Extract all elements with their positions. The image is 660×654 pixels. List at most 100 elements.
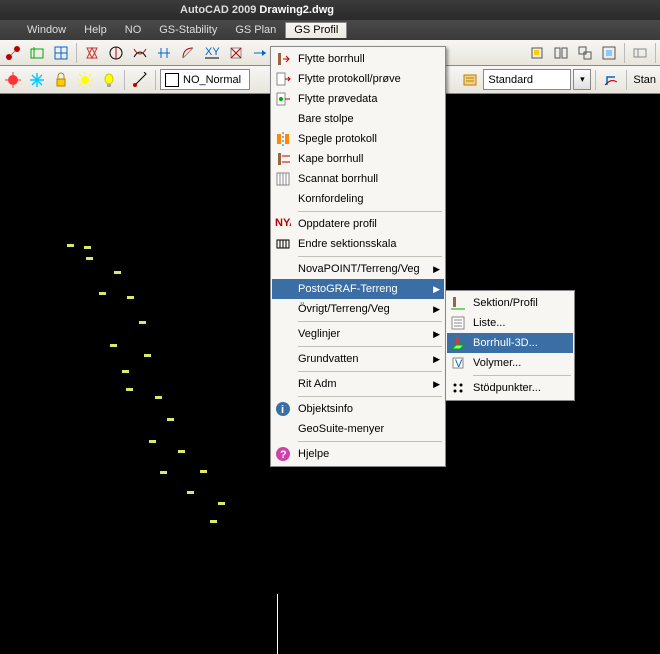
submenu-arrow-icon: ▶	[433, 304, 440, 315]
menu-item-label: NovaPOINT/Terreng/Veg	[298, 263, 420, 275]
btn-12[interactable]	[526, 42, 548, 64]
btn-14[interactable]	[574, 42, 596, 64]
btn-15[interactable]	[598, 42, 620, 64]
menu-separator	[298, 256, 442, 257]
style-name: Standard	[488, 74, 533, 86]
menu-item-label: PostoGRAF-Terreng	[298, 283, 398, 295]
menu-item-label: Kape borrhull	[298, 153, 363, 165]
style-icon[interactable]	[459, 69, 481, 91]
sun-icon[interactable]	[74, 69, 96, 91]
menu-item-borrhull-3d-[interactable]: Borrhull-3D...	[447, 333, 573, 353]
menu-item-bare-stolpe[interactable]: Bare stolpe	[272, 109, 444, 129]
endre-icon	[275, 236, 291, 252]
menu-item-geosuite-menyer[interactable]: GeoSuite-menyer	[272, 419, 444, 439]
menu-item-label: Veglinjer	[298, 328, 340, 340]
menu-item-label: Flytte protokoll/prøve	[298, 73, 401, 85]
menu-item-label: Volymer...	[473, 357, 521, 369]
menu-item-kape-borrhull[interactable]: Kape borrhull	[272, 149, 444, 169]
drawing-point	[144, 354, 151, 357]
menu-item-label: Scannat borrhull	[298, 173, 378, 185]
drawing-point	[122, 370, 129, 373]
flytte-protokoll-icon	[275, 71, 291, 87]
borrhull3d-icon	[450, 335, 466, 351]
btn-xy[interactable]: XY	[201, 42, 223, 64]
menu-item-liste-[interactable]: Liste...	[447, 313, 573, 333]
menu-gs-profil[interactable]: GS Profil	[285, 22, 347, 38]
menu-separator	[298, 321, 442, 322]
menu-item-sektion-profil[interactable]: Sektion/Profil	[447, 293, 573, 313]
menu-item-label: Sektion/Profil	[473, 297, 538, 309]
menu-item-flytte-borrhull[interactable]: Flytte borrhull	[272, 49, 444, 69]
btn-4[interactable]	[81, 42, 103, 64]
drawing-point	[126, 388, 133, 391]
menu-item-rit-adm[interactable]: Rit Adm▶	[272, 374, 444, 394]
menu-item-spegle-protokoll[interactable]: Spegle protokoll	[272, 129, 444, 149]
menu-item-flytte-pr-vedata[interactable]: Flytte prøvedata	[272, 89, 444, 109]
drawing-point	[149, 440, 156, 443]
app-name: AutoCAD 2009	[180, 4, 256, 16]
menu-item-st-dpunkter-[interactable]: Stödpunkter...	[447, 378, 573, 398]
style-dropdown-arrow[interactable]: ▾	[573, 69, 591, 90]
scannat-icon	[275, 171, 291, 187]
freeze-icon[interactable]	[2, 69, 24, 91]
menu-item-grundvatten[interactable]: Grundvatten▶	[272, 349, 444, 369]
btn-13[interactable]	[550, 42, 572, 64]
oppdatere-icon: NYA	[275, 216, 291, 232]
menu-item-label: Kornfordeling	[298, 193, 363, 205]
menu-item-label: Objektsinfo	[298, 403, 353, 415]
menu-item-label: Endre sektionsskala	[298, 238, 396, 250]
menu-item-postograf-terreng[interactable]: PostoGRAF-Terreng▶	[272, 279, 444, 299]
style-dropdown[interactable]: Standard	[483, 69, 571, 90]
thaw-icon[interactable]	[26, 69, 48, 91]
textstyle-icon[interactable]	[600, 69, 622, 91]
menu-item-flytte-protokoll-pr-ve[interactable]: Flytte protokoll/prøve	[272, 69, 444, 89]
menu-gs-stability[interactable]: GS-Stability	[150, 22, 226, 38]
drawing-point	[99, 292, 106, 295]
btn-7[interactable]	[153, 42, 175, 64]
menu-item-oppdatere-profil[interactable]: NYA Oppdatere profil	[272, 214, 444, 234]
btn-2[interactable]	[26, 42, 48, 64]
menu-gs-plan[interactable]: GS Plan	[226, 22, 285, 38]
layer-color-swatch	[165, 73, 179, 87]
svg-text:V: V	[455, 358, 463, 370]
menu-item--vrigt-terreng-veg[interactable]: Övrigt/Terreng/Veg▶	[272, 299, 444, 319]
info-icon: i	[275, 401, 291, 417]
menu-item-label: Hjelpe	[298, 448, 329, 460]
menu-item-hjelpe[interactable]: ? Hjelpe	[272, 444, 444, 464]
bulb-icon[interactable]	[98, 69, 120, 91]
layer-dropdown[interactable]: NO_Normal	[160, 69, 250, 90]
btn-11[interactable]	[249, 42, 271, 64]
drawing-point	[160, 471, 167, 474]
btn-1[interactable]	[2, 42, 24, 64]
menu-help[interactable]: Help	[75, 22, 116, 38]
btn-5[interactable]	[105, 42, 127, 64]
btn-16[interactable]	[629, 42, 651, 64]
flytte-borrhull-icon	[275, 51, 291, 67]
btn-8[interactable]	[177, 42, 199, 64]
menu-item-label: Oppdatere profil	[298, 218, 377, 230]
menu-item-label: Stödpunkter...	[473, 382, 541, 394]
btn-10[interactable]	[225, 42, 247, 64]
menu-separator	[473, 375, 571, 376]
menu-item-volymer-[interactable]: V Volymer...	[447, 353, 573, 373]
menu-no[interactable]: NO	[116, 22, 151, 38]
btn-6[interactable]	[129, 42, 151, 64]
brush-icon[interactable]	[129, 69, 151, 91]
btn-3[interactable]	[50, 42, 72, 64]
svg-text:?: ?	[280, 449, 287, 461]
svg-text:NYA: NYA	[275, 217, 291, 229]
menu-window[interactable]: Window	[18, 22, 75, 38]
lock-icon[interactable]	[50, 69, 72, 91]
menu-item-scannat-borrhull[interactable]: Scannat borrhull	[272, 169, 444, 189]
menu-item-kornfordeling[interactable]: Kornfordeling	[272, 189, 444, 209]
vertical-marker	[277, 594, 278, 654]
menu-item-veglinjer[interactable]: Veglinjer▶	[272, 324, 444, 344]
menu-item-label: Flytte prøvedata	[298, 93, 377, 105]
menu-item-objektsinfo[interactable]: i Objektsinfo	[272, 399, 444, 419]
menu-item-label: Flytte borrhull	[298, 53, 365, 65]
kape-icon	[275, 151, 291, 167]
drawing-point	[84, 246, 91, 249]
menu-item-endre-sektionsskala[interactable]: Endre sektionsskala	[272, 234, 444, 254]
drawing-point	[210, 520, 217, 523]
menu-item-novapoint-terreng-veg[interactable]: NovaPOINT/Terreng/Veg▶	[272, 259, 444, 279]
